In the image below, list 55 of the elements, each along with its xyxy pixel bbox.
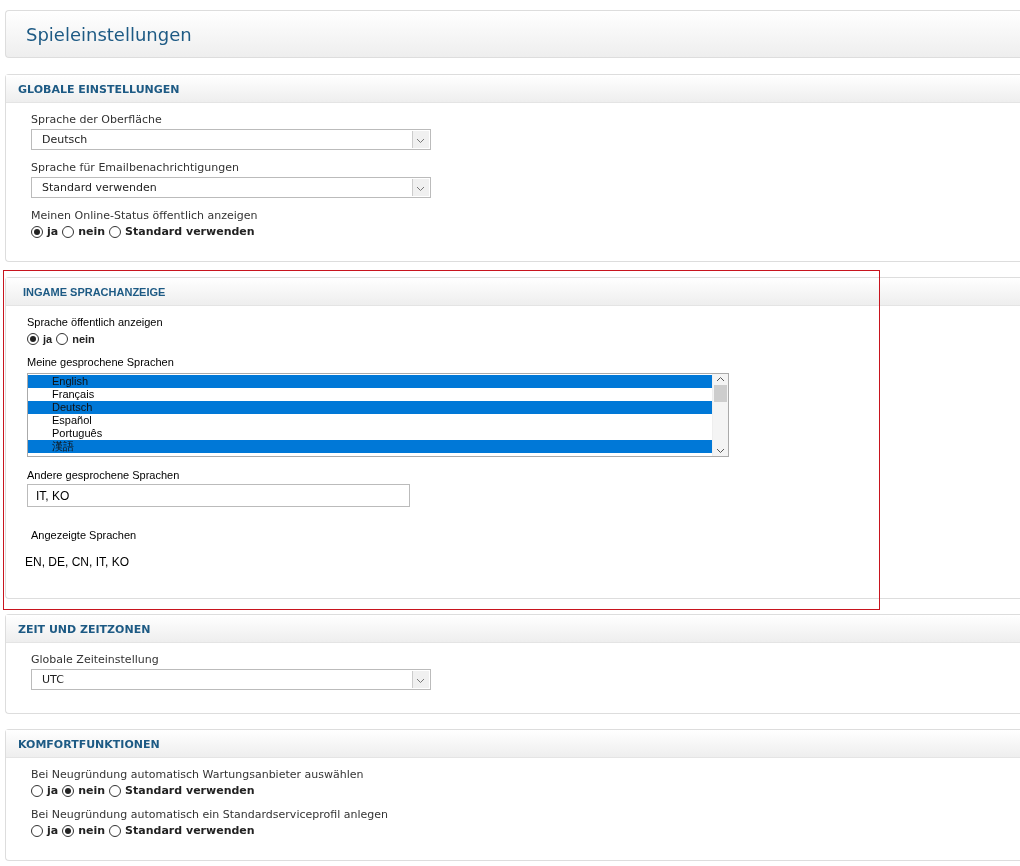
radio-button[interactable] <box>62 784 75 797</box>
field-label: Bei Neugründung automatisch Wartungsanbieter auswählen <box>31 768 365 781</box>
radio-label[interactable]: Standard verwenden <box>125 225 255 238</box>
radio-button[interactable] <box>31 225 43 238</box>
radio-label[interactable]: ja <box>47 784 59 797</box>
radio-button[interactable] <box>109 784 122 797</box>
input-field[interactable]: IT, KO <box>27 484 410 507</box>
displayed-languages: EN, DE, CN, IT, KO <box>25 555 130 569</box>
list-option[interactable]: Deutsch <box>28 401 712 414</box>
radio-button[interactable] <box>31 784 43 797</box>
field-label: Angezeigte Sprachen <box>31 529 138 541</box>
scroll-up-icon[interactable] <box>716 376 725 382</box>
radio-button[interactable] <box>62 824 75 837</box>
radio-label[interactable]: nein <box>72 333 95 345</box>
radio-button[interactable] <box>109 824 122 837</box>
scrollbar-thumb[interactable] <box>714 384 727 402</box>
page-title: Spieleinstellungen <box>26 24 193 45</box>
scroll-down-icon[interactable] <box>716 448 725 454</box>
field-label: Sprache für Emailbenachrichtigungen <box>31 161 240 174</box>
dropdown[interactable]: Deutsch <box>31 129 431 150</box>
radio-button[interactable] <box>62 225 75 238</box>
radio-label[interactable]: Standard verwenden <box>125 784 255 797</box>
chevron-down-icon <box>416 186 425 192</box>
radio-button[interactable] <box>31 824 43 837</box>
radio-label[interactable]: nein <box>78 225 106 238</box>
list-option[interactable]: Español <box>28 414 712 427</box>
list-option[interactable]: English <box>28 375 712 388</box>
chevron-down-icon <box>416 678 425 684</box>
radio-label[interactable]: ja <box>47 225 59 238</box>
field-label: Meine gesprochene Sprachen <box>27 356 175 368</box>
radio-label[interactable]: ja <box>47 824 59 837</box>
radio-label[interactable]: ja <box>43 333 53 345</box>
list-option[interactable]: 漢語 <box>28 440 712 453</box>
field-label: Globale Zeiteinstellung <box>31 653 160 666</box>
radio-label[interactable]: nein <box>78 784 106 797</box>
field-label: Bei Neugründung automatisch ein Standardserviceprofil anlegen <box>31 808 389 821</box>
section-header: GLOBALE EINSTELLUNGEN <box>6 75 1020 103</box>
radio-label[interactable]: nein <box>78 824 106 837</box>
radio-button[interactable] <box>56 333 69 345</box>
radio-label[interactable]: Standard verwenden <box>125 824 255 837</box>
list-option[interactable]: Français <box>28 388 712 401</box>
field-label: Andere gesprochene Sprachen <box>27 469 181 481</box>
field-label: Meinen Online-Status öffentlich anzeigen <box>31 209 259 222</box>
radio-button[interactable] <box>27 333 39 345</box>
field-label: Sprache öffentlich anzeigen <box>27 316 164 328</box>
language-listbox[interactable]: English Français Deutsch Español Português 漢語 <box>27 373 729 457</box>
dropdown[interactable]: Standard verwenden <box>31 177 431 198</box>
section-header: INGAME SPRACHANZEIGE <box>6 278 1020 306</box>
section-header: ZEIT UND ZEITZONEN <box>6 615 1020 643</box>
section-header: KOMFORTFUNKTIONEN <box>6 730 1020 758</box>
list-option[interactable]: Português <box>28 427 712 440</box>
radio-button[interactable] <box>109 225 122 238</box>
field-label: Sprache der Oberfläche <box>31 113 163 126</box>
dropdown[interactable]: UTC <box>31 669 431 690</box>
chevron-down-icon <box>416 138 425 144</box>
